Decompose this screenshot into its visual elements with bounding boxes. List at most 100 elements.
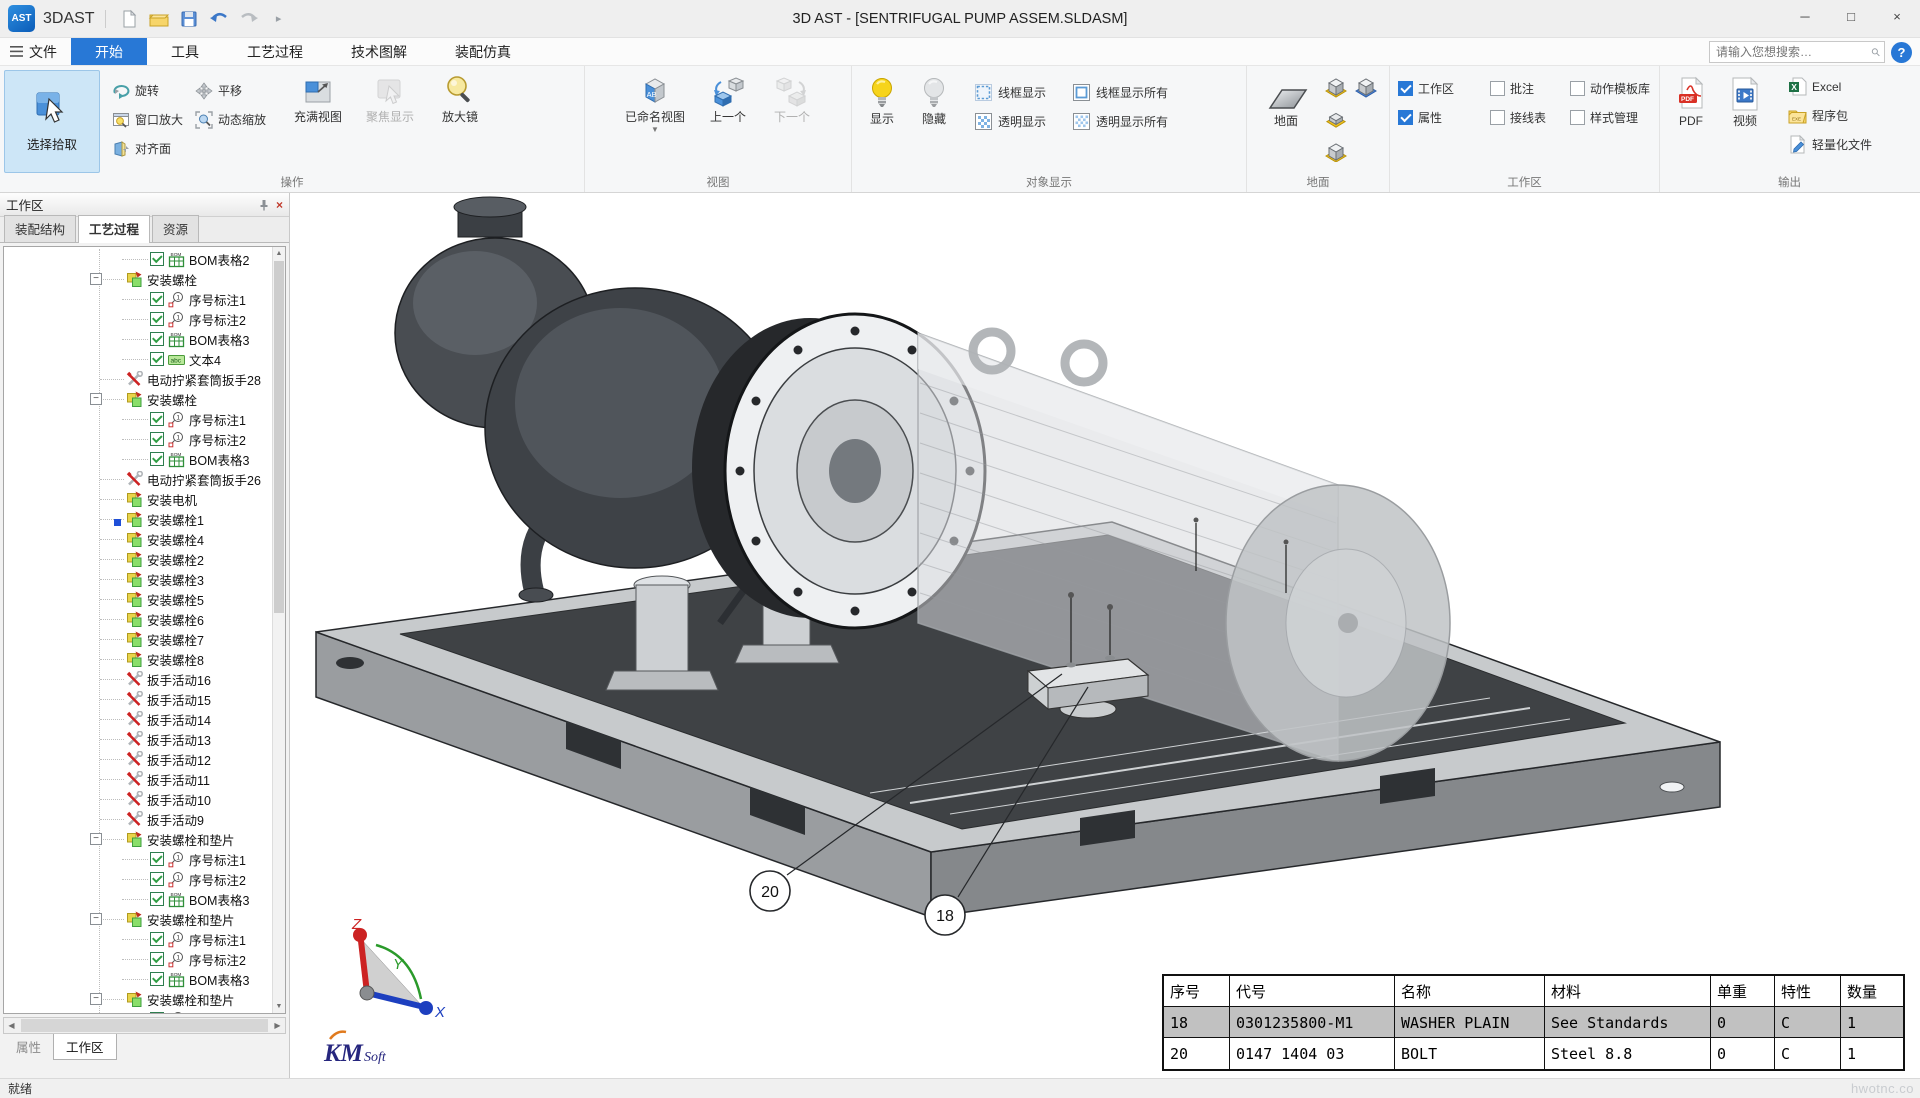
3d-scene[interactable]: 20 18 Z Y X KM Soft xyxy=(290,193,1920,1078)
export-package-button[interactable]: EXE 程序包 xyxy=(1782,101,1878,130)
tree-item-33[interactable]: −安装螺栓和垫片 xyxy=(4,909,272,929)
tree-item-36[interactable]: BOMBOM表格3 xyxy=(4,969,272,989)
tree-item-31[interactable]: 1序号标注2 xyxy=(4,869,272,889)
wireframe-all-button[interactable]: 线框显示所有 xyxy=(1066,78,1174,107)
menu-tab-2[interactable]: 工艺过程 xyxy=(223,38,327,65)
tree-checkbox-checked[interactable] xyxy=(150,1012,164,1014)
tree-collapse-icon[interactable]: − xyxy=(90,913,102,925)
panel-close-icon[interactable]: × xyxy=(276,198,283,212)
tree-hscrollbar-thumb[interactable] xyxy=(21,1019,268,1032)
help-button[interactable]: ? xyxy=(1891,42,1912,63)
tree-item-16[interactable]: 安装螺栓3 xyxy=(4,569,272,589)
scroll-right-icon[interactable]: ▶ xyxy=(270,1021,285,1030)
ground-cube-yellow2-button[interactable] xyxy=(1324,138,1348,167)
tree-item-28[interactable]: 扳手活动9 xyxy=(4,809,272,829)
panel-tab-1[interactable]: 工艺过程 xyxy=(78,215,150,243)
tree-collapse-icon[interactable]: − xyxy=(90,393,102,405)
wireframe-display-button[interactable]: 线框显示 xyxy=(968,78,1052,107)
tree-item-8[interactable]: 1序号标注1 xyxy=(4,409,272,429)
workspace-toggle-0[interactable]: 工作区 xyxy=(1394,74,1486,103)
workspace-toggle-3[interactable]: 属性 xyxy=(1394,103,1486,132)
save-button[interactable] xyxy=(174,5,204,33)
tree-item-0[interactable]: BOMBOM表格2 xyxy=(4,249,272,269)
tree-item-30[interactable]: 1序号标注1 xyxy=(4,849,272,869)
viewport-3d[interactable]: 20 18 Z Y X KM Soft xyxy=(290,193,1920,1078)
redo-button[interactable] xyxy=(234,5,264,33)
tree-item-37[interactable]: −安装螺栓和垫片 xyxy=(4,989,272,1009)
tree-collapse-icon[interactable]: − xyxy=(90,833,102,845)
tree-item-12[interactable]: 安装电机 xyxy=(4,489,272,509)
panel-bottom-tab-0[interactable]: 属性 xyxy=(4,1034,53,1059)
menu-tab-1[interactable]: 工具 xyxy=(147,38,223,65)
maximize-button[interactable]: □ xyxy=(1828,0,1874,32)
open-file-button[interactable] xyxy=(144,5,174,33)
search-input[interactable] xyxy=(1716,45,1871,59)
tree-checkbox-checked[interactable] xyxy=(150,332,164,346)
ground-cube-flat-button[interactable] xyxy=(1325,107,1347,134)
tree-item-4[interactable]: BOMBOM表格3 xyxy=(4,329,272,349)
tree-item-24[interactable]: 扳手活动13 xyxy=(4,729,272,749)
close-button[interactable]: × xyxy=(1874,0,1920,32)
tree-item-9[interactable]: 1序号标注2 xyxy=(4,429,272,449)
next-view-button[interactable]: 下一个 xyxy=(760,70,824,124)
tree-item-17[interactable]: 安装螺栓5 xyxy=(4,589,272,609)
tree-item-3[interactable]: 1序号标注2 xyxy=(4,309,272,329)
menu-tab-4[interactable]: 装配仿真 xyxy=(431,38,535,65)
tree-item-35[interactable]: 1序号标注2 xyxy=(4,949,272,969)
tree-checkbox-checked[interactable] xyxy=(150,292,164,306)
rotate-button[interactable]: 旋转 xyxy=(106,76,189,105)
menu-tab-3[interactable]: 技术图解 xyxy=(327,38,431,65)
export-pdf-button[interactable]: PDF PDF xyxy=(1664,72,1718,128)
export-excel-button[interactable]: X Excel xyxy=(1782,72,1878,101)
tree-item-10[interactable]: BOMBOM表格3 xyxy=(4,449,272,469)
tree-item-6[interactable]: 电动拧紧套筒扳手28 xyxy=(4,369,272,389)
tree-item-20[interactable]: 安装螺栓8 xyxy=(4,649,272,669)
search-box[interactable] xyxy=(1709,41,1885,63)
tree-item-25[interactable]: 扳手活动12 xyxy=(4,749,272,769)
tree-checkbox-checked[interactable] xyxy=(150,952,164,966)
quick-access-more-button[interactable]: ▸ xyxy=(264,5,294,33)
minimize-button[interactable]: ─ xyxy=(1782,0,1828,32)
tree-item-21[interactable]: 扳手活动16 xyxy=(4,669,272,689)
tree-item-26[interactable]: 扳手活动11 xyxy=(4,769,272,789)
pin-icon[interactable] xyxy=(258,199,270,211)
show-button[interactable]: 显示 xyxy=(856,72,908,126)
tree-item-34[interactable]: 1序号标注1 xyxy=(4,929,272,949)
tree-item-32[interactable]: BOMBOM表格3 xyxy=(4,889,272,909)
tree-item-18[interactable]: 安装螺栓6 xyxy=(4,609,272,629)
undo-button[interactable] xyxy=(204,5,234,33)
previous-view-button[interactable]: 上一个 xyxy=(696,70,760,124)
tree-item-38[interactable]: 1序号标注1 xyxy=(4,1009,272,1014)
workspace-toggle-5[interactable]: 样式管理 xyxy=(1566,103,1674,132)
tree-item-11[interactable]: 电动拧紧套筒扳手26 xyxy=(4,469,272,489)
align-face-button[interactable]: 对齐面 xyxy=(106,134,189,163)
panel-tab-0[interactable]: 装配结构 xyxy=(4,215,76,242)
menu-tab-0[interactable]: 开始 xyxy=(71,38,147,65)
tree-item-22[interactable]: 扳手活动15 xyxy=(4,689,272,709)
tree-item-2[interactable]: 1序号标注1 xyxy=(4,289,272,309)
tree-item-7[interactable]: −安装螺栓 xyxy=(4,389,272,409)
hide-button[interactable]: 隐藏 xyxy=(908,72,960,126)
fit-view-button[interactable]: 充满视图 xyxy=(286,70,350,124)
tree-vertical-scrollbar[interactable]: ▲ ▼ xyxy=(272,247,285,1013)
tree-checkbox-checked[interactable] xyxy=(150,352,164,366)
tree-checkbox-checked[interactable] xyxy=(150,872,164,886)
tree-item-27[interactable]: 扳手活动10 xyxy=(4,789,272,809)
tree-checkbox-checked[interactable] xyxy=(150,432,164,446)
tree-checkbox-checked[interactable] xyxy=(150,252,164,266)
bom-row-1[interactable]: 200147 1404 03BOLTSteel 8.80C1 xyxy=(1164,1038,1903,1069)
tree-checkbox-checked[interactable] xyxy=(150,412,164,426)
bom-row-0[interactable]: 180301235800-M1WASHER PLAINSee Standards… xyxy=(1164,1007,1903,1038)
workspace-toggle-1[interactable]: 批注 xyxy=(1486,74,1566,103)
named-views-button[interactable]: AB 已命名视图 ▼ xyxy=(614,70,696,133)
tree-checkbox-checked[interactable] xyxy=(150,312,164,326)
tree-checkbox-checked[interactable] xyxy=(150,932,164,946)
ground-cube-blue-button[interactable] xyxy=(1354,74,1378,103)
tree-checkbox-checked[interactable] xyxy=(150,452,164,466)
tree-item-29[interactable]: −安装螺栓和垫片 xyxy=(4,829,272,849)
pan-button[interactable]: 平移 xyxy=(189,76,272,105)
focus-display-button[interactable]: 聚焦显示 xyxy=(358,70,422,124)
panel-tab-2[interactable]: 资源 xyxy=(152,215,199,242)
file-menu-button[interactable]: 文件 xyxy=(0,38,71,65)
tree-item-15[interactable]: 安装螺栓2 xyxy=(4,549,272,569)
